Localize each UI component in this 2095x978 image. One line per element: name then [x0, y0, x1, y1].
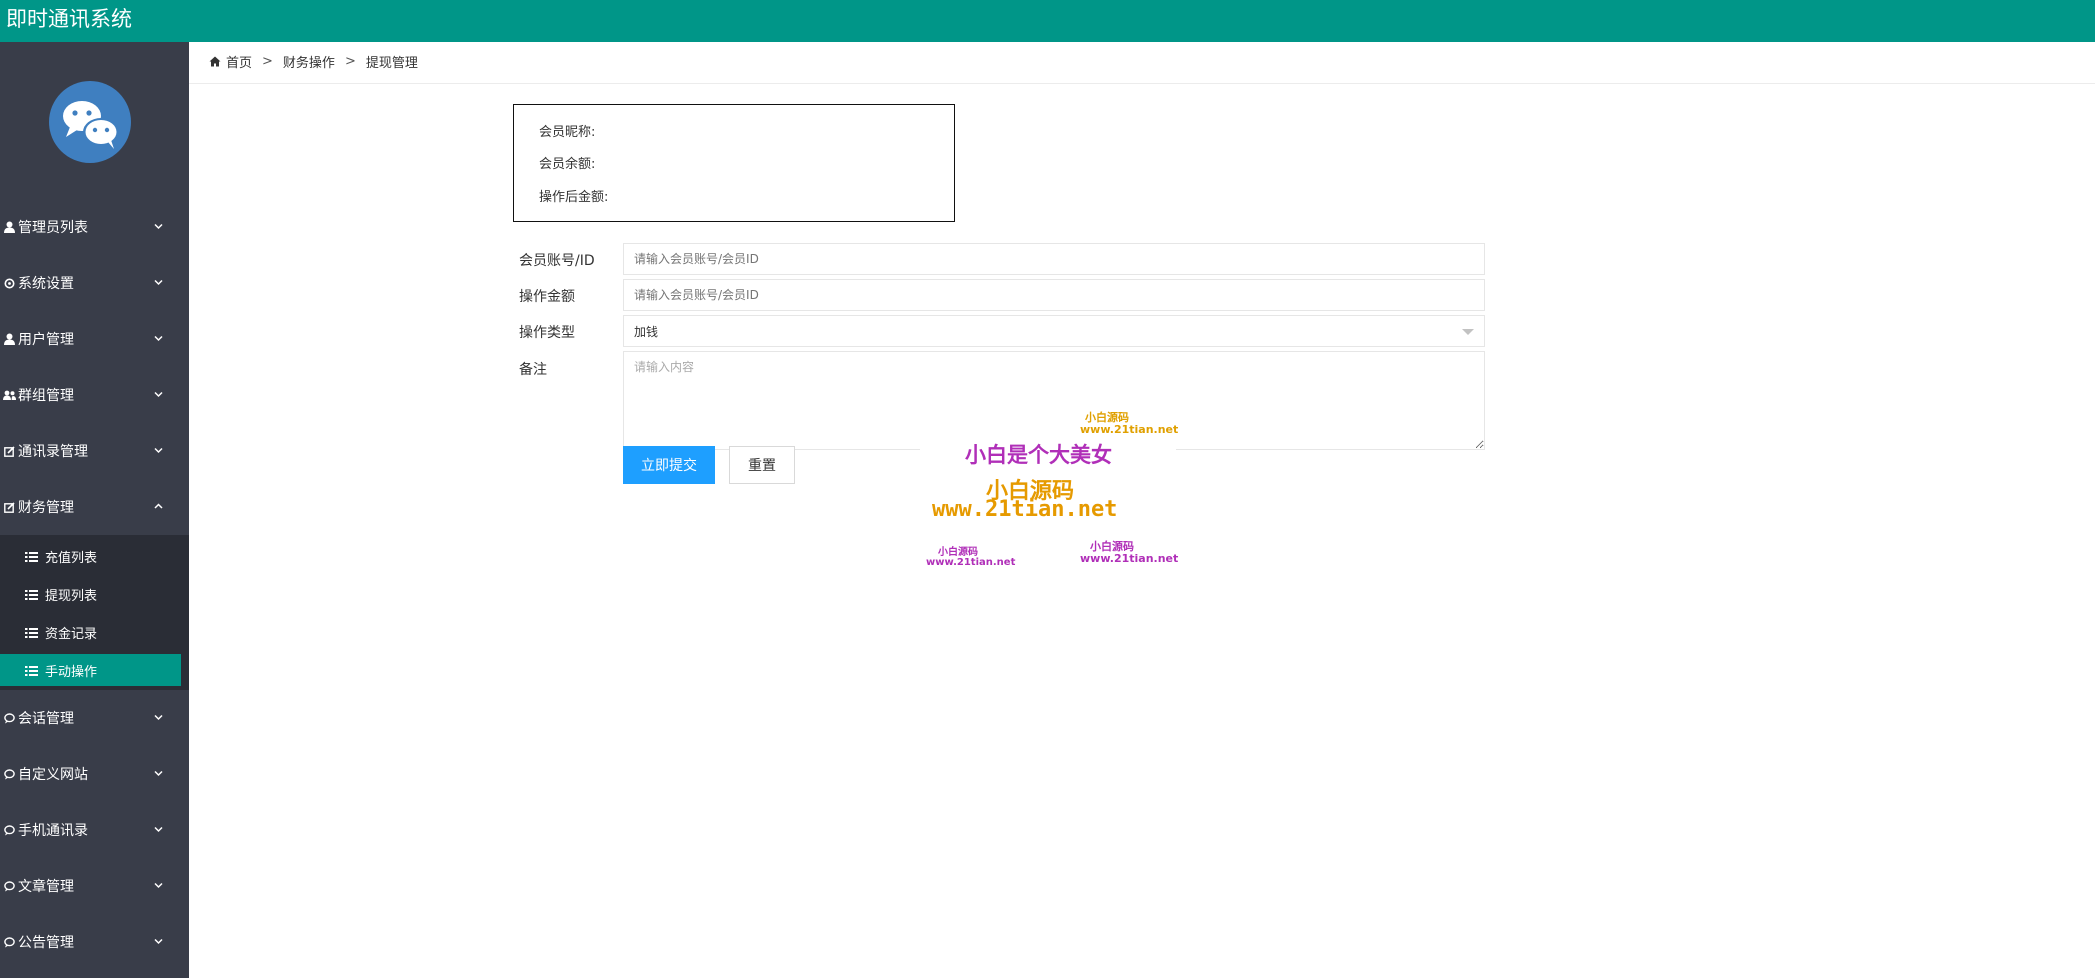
- sidebar-item-finance-management[interactable]: 财务管理: [0, 479, 189, 535]
- chevron-down-icon: [154, 882, 163, 889]
- finance-submenu: 充值列表 提现列表 资金记录 手动操作: [0, 535, 189, 690]
- edit-icon: [0, 501, 17, 513]
- breadcrumb-current: 提现管理: [365, 56, 418, 71]
- member-nickname-label: 会员昵称:: [539, 125, 596, 140]
- breadcrumb-home-link[interactable]: 首页: [226, 52, 252, 71]
- account-label: 会员账号/ID: [519, 253, 595, 269]
- home-icon: [209, 56, 221, 67]
- operation-type-label: 操作类型: [519, 325, 575, 341]
- sidebar-item-admin-list[interactable]: 管理员列表: [0, 199, 189, 255]
- sidebar-item-system-settings[interactable]: 系统设置: [0, 255, 189, 311]
- list-icon: [25, 627, 38, 638]
- breadcrumb-separator: >: [344, 54, 356, 69]
- sidebar-item-phone-contacts[interactable]: 手机通讯录: [0, 802, 189, 858]
- sidebar-item-session-management[interactable]: 会话管理: [0, 690, 189, 746]
- app-title: 即时通讯系统: [6, 7, 132, 31]
- chevron-down-icon: [154, 335, 163, 342]
- list-icon: [25, 589, 38, 600]
- sidebar: 管理员列表 系统设置 用户管理 群组管理 通讯录管理 财务管理 充值列表 提现列…: [0, 42, 189, 978]
- amount-label: 操作金额: [519, 289, 575, 305]
- gear-icon: [0, 278, 17, 289]
- reset-button[interactable]: 重置: [729, 446, 795, 484]
- dropdown-arrow-icon: [1462, 329, 1474, 335]
- sidebar-item-manual-operation[interactable]: 手动操作: [0, 654, 181, 686]
- list-icon: [25, 665, 38, 676]
- breadcrumb-divider: [189, 83, 2095, 84]
- sidebar-item-fund-records[interactable]: 资金记录: [0, 613, 181, 651]
- chat-icon: [0, 824, 17, 836]
- chat-icon: [0, 768, 17, 780]
- chat-icon: [0, 880, 17, 892]
- after-operation-amount-label: 操作后金额:: [539, 190, 609, 205]
- chevron-down-icon: [154, 714, 163, 721]
- user-icon: [0, 221, 17, 233]
- sidebar-item-withdraw-list[interactable]: 提现列表: [0, 575, 181, 613]
- member-balance-label: 会员余额:: [539, 157, 596, 172]
- breadcrumb-separator: >: [262, 54, 273, 69]
- account-input[interactable]: [623, 243, 1485, 275]
- breadcrumb: 首页 > 财务操作 > 提现管理: [209, 52, 418, 71]
- breadcrumb-finance-link[interactable]: 财务操作: [283, 52, 335, 71]
- sidebar-item-contacts-management[interactable]: 通讯录管理: [0, 423, 189, 479]
- group-icon: [0, 390, 17, 401]
- sidebar-item-recharge-list[interactable]: 充值列表: [0, 537, 181, 575]
- chevron-down-icon: [154, 770, 163, 777]
- chevron-up-icon: [154, 503, 163, 509]
- sidebar-item-custom-website[interactable]: 自定义网站: [0, 746, 189, 802]
- remark-label: 备注: [519, 362, 547, 378]
- operation-type-select[interactable]: 加钱: [623, 315, 1485, 347]
- edit-icon: [0, 445, 17, 457]
- submit-button[interactable]: 立即提交: [623, 446, 715, 484]
- sidebar-item-notice-management[interactable]: 公告管理: [0, 914, 189, 970]
- list-icon: [25, 551, 38, 562]
- chevron-down-icon: [154, 223, 163, 230]
- chevron-down-icon: [154, 447, 163, 454]
- chat-icon: [0, 712, 17, 724]
- sidebar-item-group-management[interactable]: 群组管理: [0, 367, 189, 423]
- chat-icon: [0, 936, 17, 948]
- top-header: 即时通讯系统: [0, 0, 2095, 42]
- wechat-icon: [49, 81, 131, 163]
- member-info-box: 会员昵称: 会员余额: 操作后金额:: [513, 104, 955, 222]
- amount-input[interactable]: [623, 279, 1485, 311]
- operation-type-value: 加钱: [634, 324, 659, 339]
- watermark: 小白源码 www.21tian.net 小白是个大美女 小白源码 www.21t…: [920, 405, 1178, 575]
- chevron-down-icon: [154, 279, 163, 286]
- sidebar-item-user-management[interactable]: 用户管理: [0, 311, 189, 367]
- user-icon: [0, 333, 17, 345]
- chevron-down-icon: [154, 391, 163, 398]
- sidebar-item-article-management[interactable]: 文章管理: [0, 858, 189, 914]
- chevron-down-icon: [154, 938, 163, 945]
- sidebar-menu: 管理员列表 系统设置 用户管理 群组管理 通讯录管理 财务管理 充值列表 提现列…: [0, 199, 189, 970]
- chevron-down-icon: [154, 826, 163, 833]
